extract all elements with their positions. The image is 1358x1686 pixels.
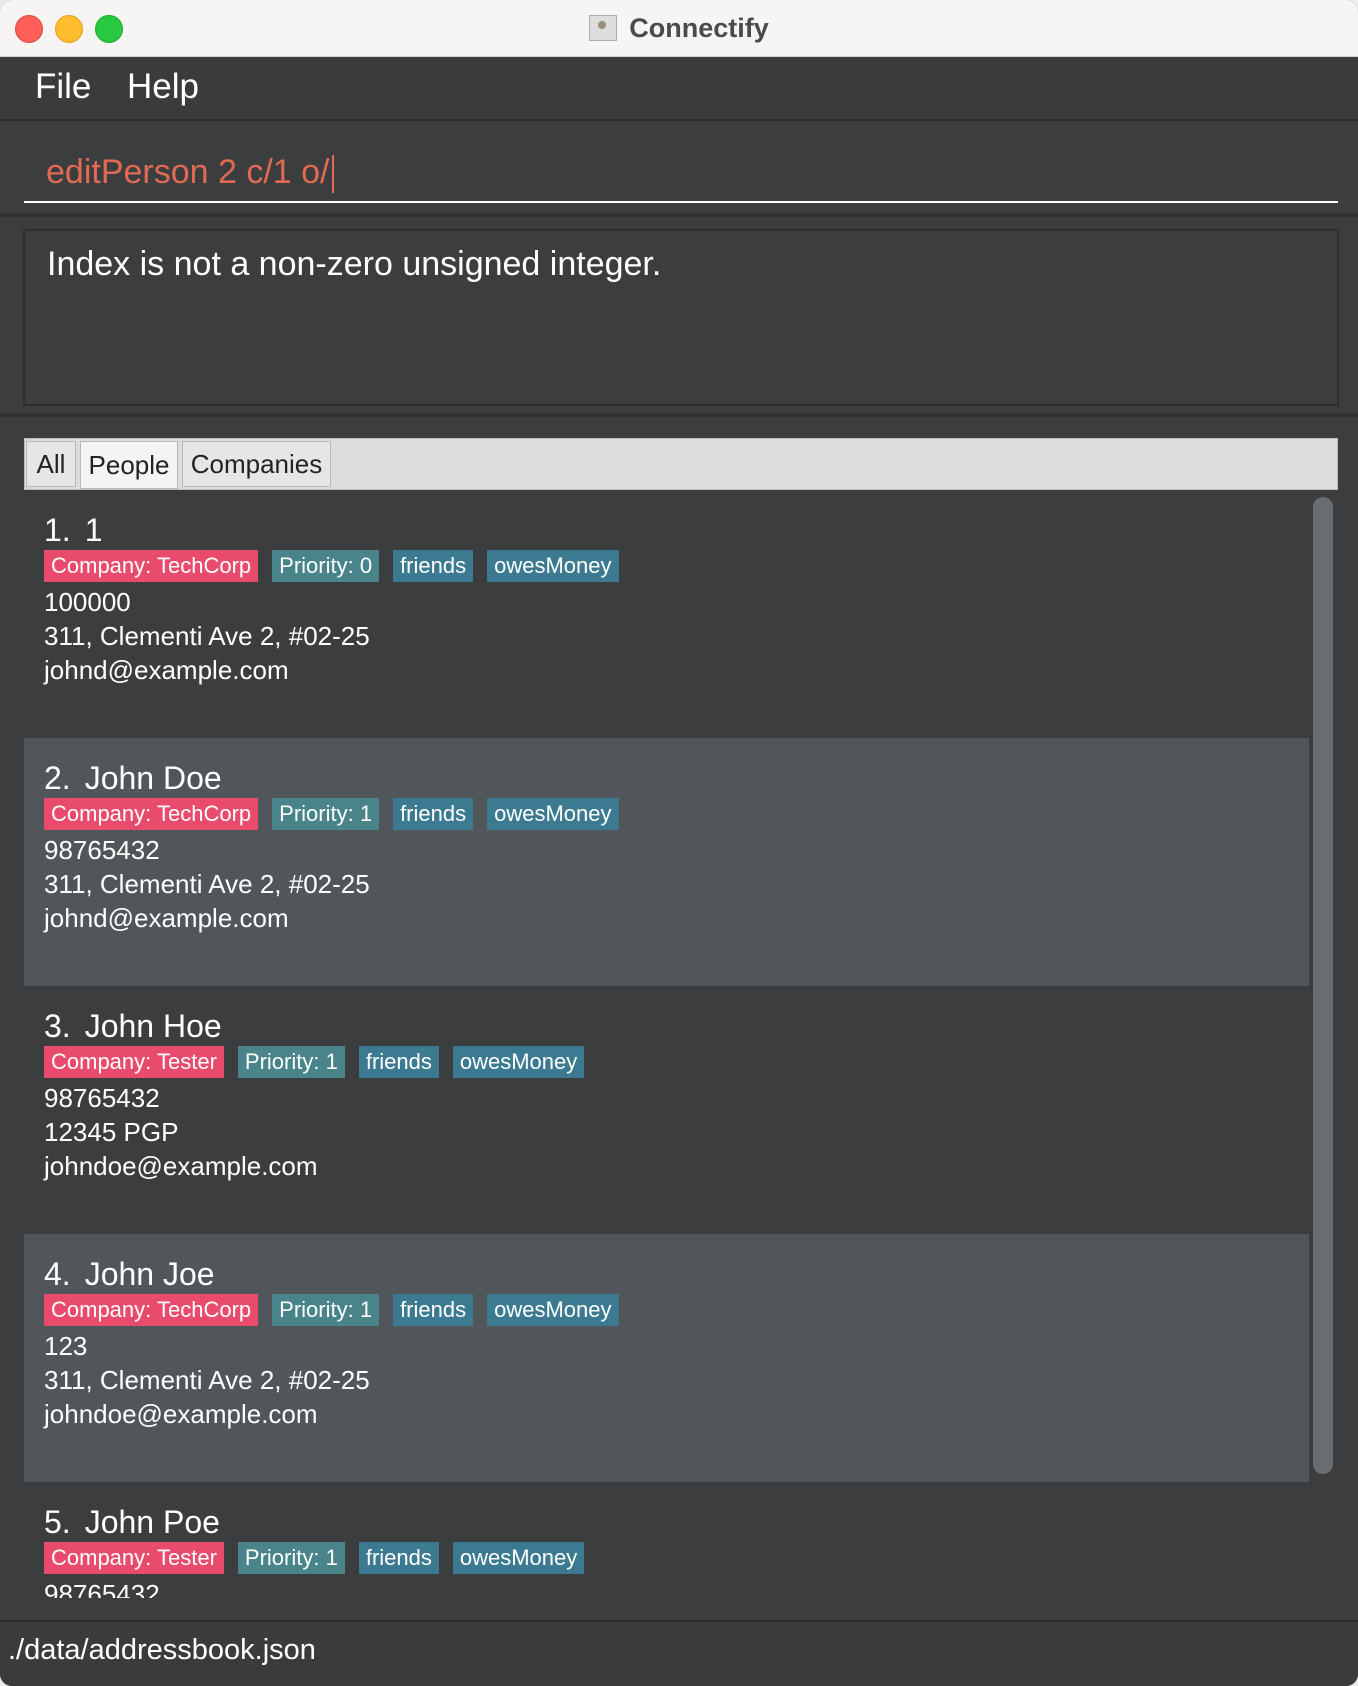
person-index: 2. (44, 760, 71, 796)
person-phone: 98765432 (44, 835, 160, 865)
person-card[interactable]: 1. 1 Company: TechCorp Priority: 0 friend… (24, 490, 1309, 738)
command-value: editPerson 2 c/1 o/ (46, 153, 330, 191)
window-title-area: Connectify (0, 0, 1358, 56)
person-name: John Doe (84, 760, 222, 796)
command-input[interactable]: editPerson 2 c/1 o/ (24, 145, 1338, 203)
tag: owesMoney (452, 1046, 585, 1078)
person-email: johndoe@example.com (44, 1151, 318, 1181)
tag: friends (393, 550, 474, 582)
company-tag: Company: Tester (44, 1046, 224, 1078)
tag-row: Company: TechCorp Priority: 0 friends ow… (44, 550, 633, 582)
person-phone: 98765432 (44, 1083, 160, 1113)
tag-row: Company: Tester Priority: 1 friends owes… (44, 1046, 598, 1078)
tag: owesMoney (487, 798, 619, 830)
person-card[interactable]: 5. John Poe Company: Tester Priority: 1 f… (24, 1482, 1309, 1598)
person-card[interactable]: 4. John Joe Company: TechCorp Priority: 1… (24, 1234, 1309, 1482)
menu-help[interactable]: Help (127, 67, 199, 107)
title-bar: Connectify (0, 0, 1358, 57)
scrollbar-thumb[interactable] (1313, 497, 1333, 1474)
window-title: Connectify (629, 12, 769, 43)
menu-bar: File Help (0, 57, 1358, 121)
company-tag: Company: TechCorp (44, 550, 259, 582)
priority-tag: Priority: 1 (272, 798, 380, 830)
tag-row: Company: TechCorp Priority: 1 friends ow… (44, 798, 633, 830)
tab-companies[interactable]: Companies (182, 441, 331, 487)
company-tag: Company: Tester (44, 1542, 224, 1574)
priority-tag: Priority: 1 (237, 1542, 345, 1574)
tab-bar: All People Companies (24, 438, 1338, 490)
tag-row: Company: Tester Priority: 1 friends owes… (44, 1542, 598, 1574)
person-email: johnd@example.com (44, 655, 289, 685)
person-index: 5. (44, 1504, 71, 1540)
tag: friends (358, 1046, 439, 1078)
command-text: editPerson 2 c/1 o/ (46, 153, 334, 194)
person-card[interactable]: 3. John Hoe Company: Tester Priority: 1 f… (24, 986, 1309, 1234)
person-name: 1 (84, 512, 103, 548)
divider (0, 413, 1358, 417)
tag: friends (358, 1542, 439, 1574)
person-index: 1. (44, 512, 71, 548)
menu-file[interactable]: File (35, 67, 91, 107)
priority-tag: Priority: 0 (272, 550, 380, 582)
person-phone: 98765432 (44, 1579, 160, 1598)
tab-people[interactable]: People (80, 441, 178, 489)
person-phone: 100000 (44, 587, 131, 617)
company-tag: Company: TechCorp (44, 798, 259, 830)
save-location: ./data/addressbook.json (8, 1634, 316, 1666)
priority-tag: Priority: 1 (237, 1046, 345, 1078)
status-bar: ./data/addressbook.json (0, 1620, 1358, 1686)
result-message: Index is not a non-zero unsigned integer… (47, 245, 662, 283)
person-name-row: 2. John Doe (44, 760, 222, 797)
person-address: 311, Clementi Ave 2, #02-25 (44, 1365, 370, 1395)
person-address: 311, Clementi Ave 2, #02-25 (44, 621, 370, 651)
text-caret (331, 155, 334, 194)
tag: owesMoney (487, 1294, 619, 1326)
person-name: John Joe (84, 1256, 215, 1292)
person-name-row: 3. John Hoe (44, 1008, 222, 1045)
person-email: johnd@example.com (44, 903, 289, 933)
person-list[interactable]: 1. 1 Company: TechCorp Priority: 0 friend… (24, 490, 1309, 1598)
person-name: John Poe (84, 1504, 220, 1540)
person-name-row: 5. John Poe (44, 1504, 220, 1541)
person-card[interactable]: 2. John Doe Company: TechCorp Priority: 1… (24, 738, 1309, 986)
company-tag: Company: TechCorp (44, 1294, 259, 1326)
person-email: johndoe@example.com (44, 1399, 318, 1429)
tag: friends (393, 798, 474, 830)
command-area: editPerson 2 c/1 o/ (0, 121, 1358, 217)
person-name-row: 1. 1 (44, 512, 102, 549)
tag: owesMoney (452, 1542, 585, 1574)
app-icon (589, 15, 618, 41)
person-index: 4. (44, 1256, 71, 1292)
person-name-row: 4. John Joe (44, 1256, 215, 1293)
tag-row: Company: TechCorp Priority: 1 friends ow… (44, 1294, 633, 1326)
person-address: 12345 PGP (44, 1117, 179, 1147)
person-address: 311, Clementi Ave 2, #02-25 (44, 869, 370, 899)
app-window: Connectify File Help editPerson 2 c/1 o/… (0, 0, 1358, 1686)
person-name: John Hoe (84, 1008, 222, 1044)
priority-tag: Priority: 1 (272, 1294, 380, 1326)
tag: owesMoney (487, 550, 619, 582)
result-display: Index is not a non-zero unsigned integer… (23, 229, 1339, 406)
person-index: 3. (44, 1008, 71, 1044)
person-phone: 123 (44, 1331, 88, 1361)
tab-all[interactable]: All (26, 441, 76, 487)
tag: friends (393, 1294, 474, 1326)
